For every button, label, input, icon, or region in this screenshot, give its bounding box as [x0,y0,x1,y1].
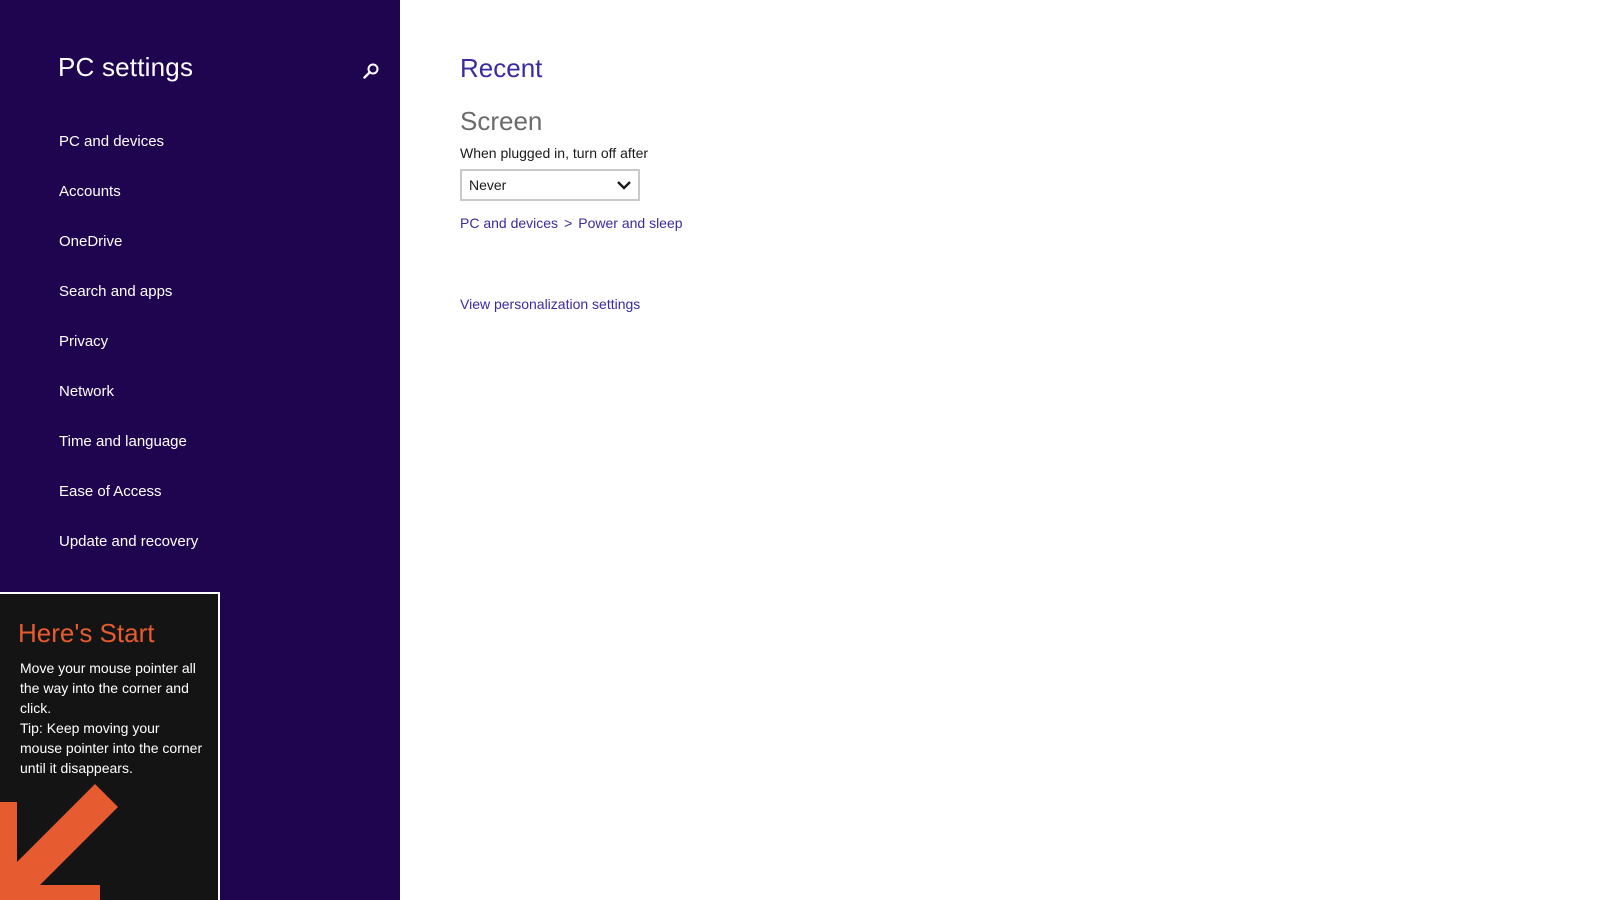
breadcrumb-power-and-sleep[interactable]: Power and sleep [578,215,682,231]
sidebar-item-ease-of-access[interactable]: Ease of Access [59,481,198,531]
breadcrumb: PC and devices > Power and sleep [460,215,683,231]
sidebar: PC settings PC and devices Accounts OneD… [0,0,400,900]
dropdown-selected-value: Never [469,177,507,193]
tip-hint: Tip: Keep moving your mouse pointer into… [20,720,203,776]
sidebar-item-pc-and-devices[interactable]: PC and devices [59,131,198,181]
tip-instruction: Move your mouse pointer all the way into… [20,660,196,716]
app-title: PC settings [58,52,194,82]
screen-timeout-label: When plugged in, turn off after [460,145,649,161]
search-icon [363,63,379,79]
sidebar-item-update-and-recovery[interactable]: Update and recovery [59,531,198,581]
tip-body: Move your mouse pointer all the way into… [20,658,205,778]
view-personalization-settings-link[interactable]: View personalization settings [460,296,640,312]
sidebar-item-network[interactable]: Network [59,381,198,431]
screen-timeout-dropdown[interactable]: Never [460,169,640,201]
start-tip-popup: Here's Start Move your mouse pointer all… [0,592,220,900]
sidebar-item-onedrive[interactable]: OneDrive [59,231,198,281]
tip-title: Here's Start [18,618,155,648]
breadcrumb-pc-and-devices[interactable]: PC and devices [460,215,558,231]
section-title-recent: Recent [460,53,543,83]
sidebar-item-accounts[interactable]: Accounts [59,181,198,231]
pc-settings-window: PC settings PC and devices Accounts OneD… [0,0,1600,900]
sidebar-item-privacy[interactable]: Privacy [59,331,198,381]
sidebar-item-search-and-apps[interactable]: Search and apps [59,281,198,331]
sidebar-nav: PC and devices Accounts OneDrive Search … [59,131,198,581]
group-title-screen: Screen [460,106,543,136]
breadcrumb-separator: > [564,215,573,231]
chevron-down-icon [617,181,631,190]
search-button[interactable] [358,58,384,84]
sidebar-item-time-and-language[interactable]: Time and language [59,431,198,481]
arrow-down-left-icon [0,784,118,900]
